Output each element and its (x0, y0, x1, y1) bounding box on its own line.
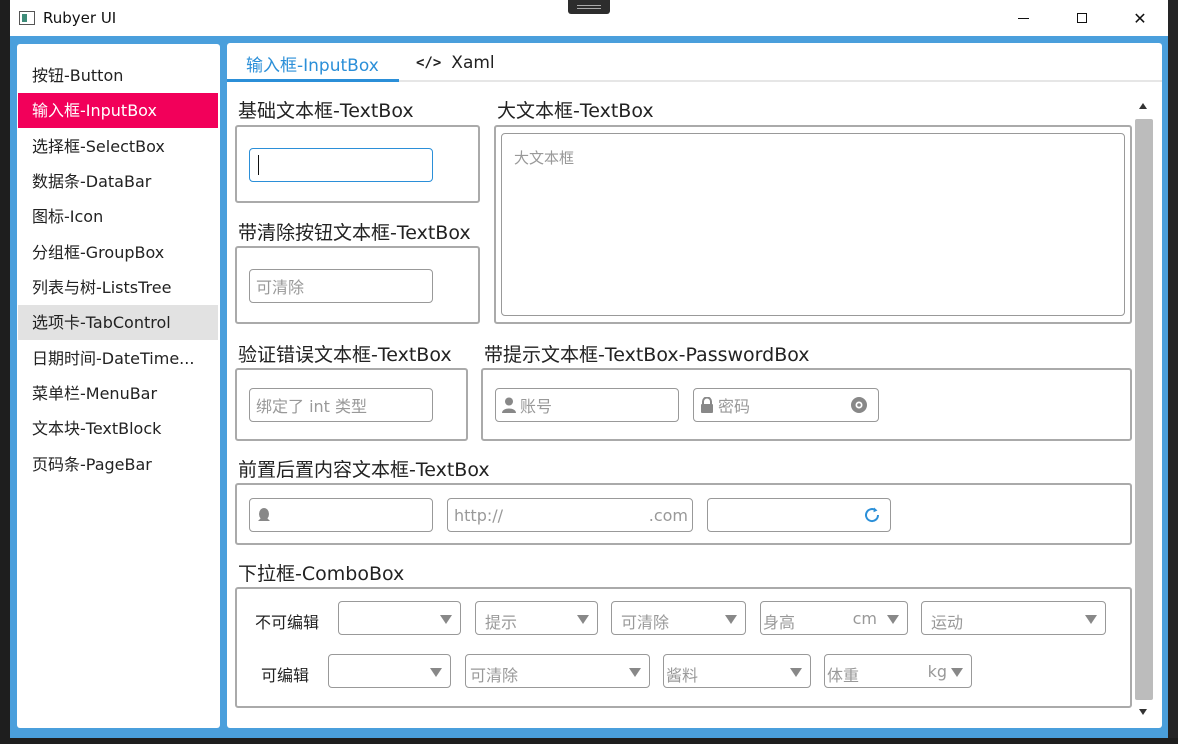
penguin-icon (258, 508, 270, 521)
tab-bar: 输入框-InputBox </> Xaml (227, 43, 1162, 82)
maximize-icon (1077, 13, 1087, 23)
chevron-down-icon (887, 615, 899, 624)
combo-editable-clearable[interactable]: 可清除 (465, 654, 650, 688)
account-textbox[interactable]: 账号 (495, 388, 679, 422)
chevron-down-icon (1085, 615, 1097, 624)
sidebar-item-textblock[interactable]: 文本块-TextBlock (18, 411, 218, 446)
combo-readonly-sport[interactable]: 运动 (921, 601, 1106, 635)
combo-suffix: cm (852, 609, 877, 628)
minimize-icon (1017, 17, 1029, 19)
title-bar[interactable]: Rubyer UI ✕ (10, 0, 1168, 36)
sidebar-item-selectbox[interactable]: 选择框-SelectBox (18, 129, 218, 164)
validation-textbox[interactable]: 绑定了 int 类型 (249, 388, 433, 422)
combo-readonly-hint[interactable]: 提示 (475, 601, 598, 635)
combo-editable-sauce[interactable]: 酱料 (663, 654, 811, 688)
sidebar-item-button[interactable]: 按钮-Button (18, 58, 218, 93)
url-suffix: .com (648, 505, 688, 525)
eye-icon[interactable] (850, 396, 868, 414)
combo-editable-empty[interactable] (328, 654, 451, 688)
app-icon (19, 11, 35, 25)
chevron-down-icon (725, 615, 737, 624)
big-textarea[interactable]: 大文本框 (501, 133, 1125, 316)
sidebar-item-groupbox[interactable]: 分组框-GroupBox (18, 235, 218, 270)
snap-handle[interactable] (568, 0, 610, 14)
section-title-big: 大文本框-TextBox (497, 100, 654, 122)
combo-text: 提示 (485, 613, 518, 632)
desktop-background-right (1168, 0, 1178, 744)
combo-text: 运动 (931, 613, 964, 632)
tab-xaml[interactable]: </> Xaml (416, 51, 495, 75)
minimize-button[interactable] (994, 0, 1052, 36)
scroll-up-icon[interactable] (1139, 103, 1147, 109)
sidebar-item-tabcontrol[interactable]: 选项卡-TabControl (18, 305, 218, 340)
combo-suffix: kg (927, 662, 947, 681)
sidebar-item-datetime[interactable]: 日期时间-DateTime... (18, 341, 218, 376)
code-icon: </> (416, 55, 442, 71)
lock-icon (701, 397, 713, 413)
basic-textbox[interactable] (249, 148, 433, 182)
window-title: Rubyer UI (43, 9, 117, 27)
url-prefix: http:// (454, 505, 504, 525)
chevron-down-icon (790, 668, 802, 677)
maximize-button[interactable] (1053, 0, 1111, 36)
close-icon: ✕ (1133, 8, 1147, 28)
sidebar-item-databar[interactable]: 数据条-DataBar (18, 164, 218, 199)
tab-inputbox-label: 输入框-InputBox (246, 55, 379, 76)
content-panel: 输入框-InputBox </> Xaml 基础文本框-TextBox 大文本框… (227, 43, 1162, 728)
chevron-down-icon (430, 668, 442, 677)
url-textbox[interactable]: http:// .com (447, 498, 693, 532)
sidebar-item-icon[interactable]: 图标-Icon (18, 199, 218, 234)
combo-text: 身高 (763, 613, 796, 632)
chevron-down-icon (629, 668, 641, 677)
user-icon (502, 397, 516, 413)
active-tab-indicator (227, 79, 399, 82)
sidebar-item-pagebar[interactable]: 页码条-PageBar (18, 447, 218, 482)
close-button[interactable]: ✕ (1111, 0, 1169, 36)
combo-row-label-readonly: 不可编辑 (255, 613, 320, 632)
clearable-textbox[interactable]: 可清除 (249, 269, 433, 303)
refresh-icon[interactable] (863, 506, 881, 524)
combo-row-label-editable: 可编辑 (261, 666, 310, 685)
combo-readonly-clearable[interactable]: 可清除 (611, 601, 746, 635)
combo-editable-weight[interactable]: 体重 kg (824, 654, 972, 688)
section-title-clear: 带清除按钮文本框-TextBox (238, 222, 471, 244)
password-box[interactable]: 密码 (693, 388, 879, 422)
section-title-validate: 验证错误文本框-TextBox (238, 344, 452, 366)
combo-text: 可清除 (470, 666, 519, 685)
chevron-down-icon (951, 668, 963, 677)
sidebar-item-liststree[interactable]: 列表与树-ListsTree (18, 270, 218, 305)
tab-xaml-label: Xaml (451, 53, 495, 73)
combo-text: 酱料 (666, 666, 699, 685)
chevron-down-icon (440, 615, 452, 624)
account-placeholder: 账号 (520, 397, 553, 416)
section-title-hint: 带提示文本框-TextBox-PasswordBox (484, 344, 810, 366)
chevron-down-icon (577, 615, 589, 624)
desktop-background-left (0, 0, 10, 744)
text-caret (258, 155, 259, 175)
combo-readonly-height[interactable]: 身高 cm (760, 601, 908, 635)
app-window: Rubyer UI ✕ 按钮-Button 输入框-InputBox 选择框-S… (10, 0, 1168, 738)
qq-textbox[interactable] (249, 498, 433, 532)
password-placeholder: 密码 (718, 397, 751, 416)
sidebar-item-menubar[interactable]: 菜单栏-MenuBar (18, 376, 218, 411)
scroll-down-icon[interactable] (1139, 709, 1147, 715)
combo-text: 体重 (827, 666, 860, 685)
tab-inputbox[interactable]: 输入框-InputBox (246, 51, 379, 76)
combo-text: 可清除 (621, 613, 670, 632)
desktop-background-bottom (0, 738, 1178, 744)
section-title-combo: 下拉框-ComboBox (238, 563, 405, 585)
section-title-prefix: 前置后置内容文本框-TextBox (238, 459, 490, 481)
section-title-basic: 基础文本框-TextBox (238, 100, 414, 122)
scrollbar-thumb[interactable] (1135, 119, 1153, 700)
sidebar-nav: 按钮-Button 输入框-InputBox 选择框-SelectBox 数据条… (17, 44, 220, 728)
sidebar-item-inputbox[interactable]: 输入框-InputBox (18, 93, 218, 128)
combo-readonly-empty[interactable] (338, 601, 461, 635)
refresh-textbox[interactable] (707, 498, 891, 532)
